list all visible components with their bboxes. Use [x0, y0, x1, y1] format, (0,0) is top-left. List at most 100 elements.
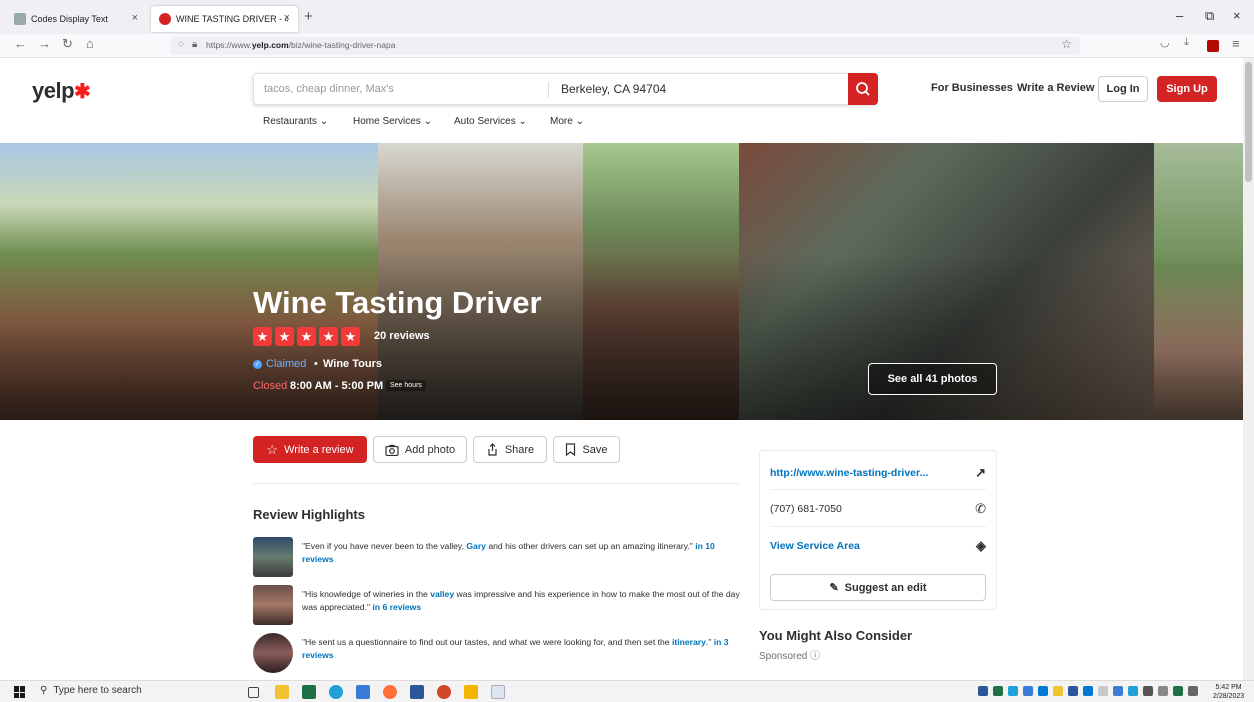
search-input[interactable]: tacos, cheap dinner, Max's: [264, 83, 394, 95]
new-tab-button[interactable]: +: [304, 8, 313, 25]
minimize-button[interactable]: –: [1176, 8, 1183, 23]
tray-icon[interactable]: [1008, 686, 1018, 696]
review-thumbnail[interactable]: [253, 633, 293, 673]
camera-icon: [385, 444, 399, 456]
highlight-keyword[interactable]: valley: [430, 589, 454, 599]
tab-yelp-active[interactable]: WINE TASTING DRIVER - 41 Pho ×: [151, 6, 298, 32]
search-divider: [548, 82, 549, 98]
log-in-button[interactable]: Log In: [1098, 76, 1148, 102]
close-window-button[interactable]: ×: [1233, 8, 1241, 23]
review-count[interactable]: 20 reviews: [374, 330, 430, 342]
file-explorer-icon[interactable]: [275, 685, 289, 699]
pdf-extension-icon[interactable]: [1207, 40, 1219, 52]
tab-codes-display-text[interactable]: Codes Display Text ×: [6, 6, 146, 32]
home-icon[interactable]: ⌂: [86, 36, 94, 51]
excel-icon[interactable]: [302, 685, 316, 699]
category-more[interactable]: More ⌄: [550, 116, 584, 127]
pencil-icon: ✎: [829, 582, 839, 594]
download-icon[interactable]: ⤓: [1184, 36, 1189, 49]
wifi-icon[interactable]: [1143, 686, 1153, 696]
photo-banner[interactable]: Wine Tasting Driver ★ ★ ★ ★ ★ 20 reviews…: [0, 143, 1254, 420]
see-all-photos-button[interactable]: See all 41 photos: [868, 363, 997, 395]
category-auto-services[interactable]: Auto Services ⌄: [454, 116, 527, 127]
tray-icon[interactable]: [1053, 686, 1063, 696]
highlight-keyword[interactable]: Gary: [466, 541, 486, 551]
menu-icon[interactable]: ≡: [1232, 36, 1240, 51]
review-count-link[interactable]: in 6 reviews: [372, 602, 421, 612]
forward-icon[interactable]: →: [38, 36, 51, 51]
tray-icon[interactable]: [1173, 686, 1183, 696]
tray-icon[interactable]: [1038, 686, 1048, 696]
banner-shade: [0, 143, 1254, 420]
close-tab-icon[interactable]: ×: [132, 12, 138, 24]
claimed-badge[interactable]: ✓ Claimed: [253, 358, 306, 370]
app-icon[interactable]: [491, 685, 505, 699]
yelp-burst-icon: ✱: [74, 81, 91, 103]
bluetooth-icon[interactable]: [1083, 686, 1093, 696]
bookmark-icon: [566, 443, 576, 456]
taskbar-search[interactable]: ⚲ Type here to search: [40, 685, 142, 696]
restore-button[interactable]: ⧉: [1205, 8, 1214, 24]
search-bar: tacos, cheap dinner, Max's Berkeley, CA …: [253, 73, 878, 105]
sign-up-button[interactable]: Sign Up: [1157, 76, 1217, 102]
save-button[interactable]: Save: [553, 436, 620, 463]
category-restaurants[interactable]: Restaurants ⌄: [263, 116, 328, 127]
firefox-icon[interactable]: [383, 685, 397, 699]
search-icon: [856, 82, 870, 96]
info-icon[interactable]: ⓘ: [810, 651, 820, 662]
card-divider: [770, 526, 986, 527]
star-icon: ★: [253, 327, 272, 346]
reload-icon[interactable]: ↻: [62, 36, 73, 52]
close-tab-icon[interactable]: ×: [284, 12, 290, 24]
edge-icon[interactable]: [329, 685, 343, 699]
location-input[interactable]: Berkeley, CA 94704: [561, 82, 666, 96]
word-icon[interactable]: [410, 685, 424, 699]
see-hours-button[interactable]: See hours: [386, 380, 426, 391]
write-a-review-link[interactable]: Write a Review: [1017, 82, 1094, 94]
tray-icon[interactable]: [1113, 686, 1123, 696]
website-link[interactable]: http://www.wine-tasting-driver... ↗: [770, 465, 986, 480]
view-service-area-link[interactable]: View Service Area ◈: [770, 538, 986, 553]
tab-favicon-icon: [14, 13, 26, 25]
suggest-edit-button[interactable]: ✎ Suggest an edit: [770, 574, 986, 601]
phone-number[interactable]: (707) 681-7050 ✆: [770, 501, 986, 516]
chevron-down-icon: ⌄: [319, 116, 329, 127]
windows-start-icon[interactable]: [14, 686, 26, 698]
review-highlight-text: "Even if you have never been to the vall…: [302, 541, 715, 564]
address-bar[interactable]: ◌ 🔒︎ https://www.yelp.com/biz/wine-tasti…: [170, 37, 1080, 55]
back-icon[interactable]: ←: [14, 36, 27, 51]
star-rating: ★ ★ ★ ★ ★: [253, 327, 360, 346]
onedrive-icon[interactable]: [1068, 686, 1078, 696]
write-review-button[interactable]: ☆ Write a review: [253, 436, 367, 463]
tray-icon[interactable]: [978, 686, 988, 696]
section-divider: [253, 483, 739, 484]
tray-icon[interactable]: [1128, 686, 1138, 696]
app-icon[interactable]: [464, 685, 478, 699]
yelp-logo[interactable]: yelp✱: [32, 78, 91, 104]
highlight-keyword[interactable]: itinerary: [672, 637, 706, 647]
app-icon[interactable]: [437, 685, 451, 699]
tray-icon[interactable]: [1023, 686, 1033, 696]
pocket-icon[interactable]: ◡: [1160, 36, 1170, 49]
search-button[interactable]: [848, 73, 878, 105]
tray-icon[interactable]: [993, 686, 1003, 696]
for-businesses-link[interactable]: For Businesses: [931, 82, 1013, 94]
review-highlight-text: "He sent us a questionnaire to find out …: [302, 637, 729, 660]
chevron-down-icon: ⌄: [423, 116, 432, 127]
business-category[interactable]: Wine Tours: [323, 358, 382, 370]
tray-icon[interactable]: [1098, 686, 1108, 696]
phone-icon: ✆: [975, 501, 986, 516]
star-icon: ★: [319, 327, 338, 346]
scrollbar-thumb[interactable]: [1245, 62, 1252, 182]
add-photo-button[interactable]: Add photo: [373, 436, 467, 463]
volume-icon[interactable]: [1188, 686, 1198, 696]
review-thumbnail[interactable]: [253, 537, 293, 577]
app-icon[interactable]: [356, 685, 370, 699]
share-button[interactable]: Share: [473, 436, 547, 463]
bookmark-star-icon[interactable]: ☆: [1061, 37, 1072, 51]
taskbar-clock[interactable]: 5:42 PM 2/28/2023: [1213, 683, 1244, 701]
task-view-icon[interactable]: [248, 687, 259, 698]
tray-icon[interactable]: [1158, 686, 1168, 696]
review-thumbnail[interactable]: [253, 585, 293, 625]
category-home-services[interactable]: Home Services ⌄: [353, 116, 432, 127]
